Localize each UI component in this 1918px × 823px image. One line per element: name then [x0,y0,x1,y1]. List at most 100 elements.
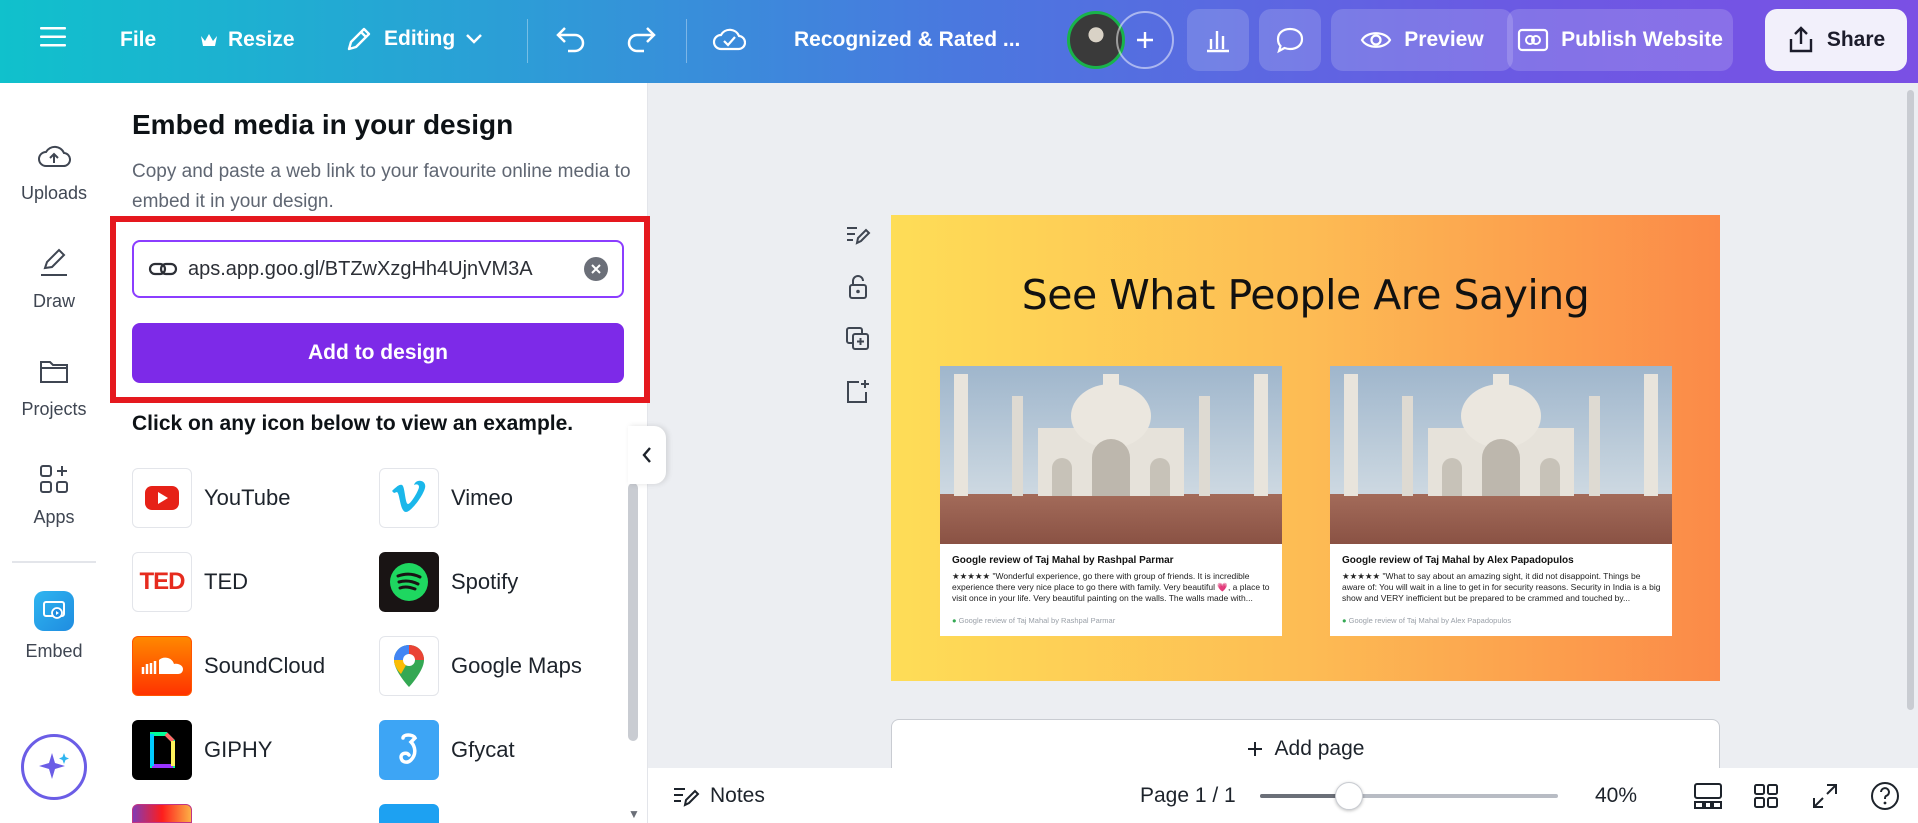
embed-panel: Embed media in your design Copy and past… [108,83,650,823]
bar-chart-icon [1207,31,1229,53]
duplicate-page-tool[interactable] [842,326,874,352]
embed-icon [34,591,74,631]
zoom-slider[interactable] [1260,782,1558,810]
add-page-tool[interactable] [842,378,874,404]
lock-icon [849,275,867,299]
design-page[interactable]: See What People Are Saying Google review… [891,215,1720,681]
gfycat-icon [379,720,439,780]
media-item-spotify[interactable]: Spotify [379,552,518,612]
editing-mode-dropdown[interactable]: Editing [344,24,483,54]
grid-view-icon [1754,784,1778,808]
fullscreen-button[interactable] [1808,779,1842,813]
add-to-design-button[interactable]: Add to design [132,323,624,383]
redo-icon [627,27,656,53]
soundcloud-icon [132,636,192,696]
rail-item-uploads[interactable]: Uploads [0,137,108,204]
panel-scrollbar[interactable] [628,483,638,741]
redo-button[interactable] [624,24,658,54]
review-title: Google review of Taj Mahal by Alex Papad… [1342,555,1574,566]
embed-url-field[interactable] [132,240,624,298]
page-view-button[interactable] [1691,779,1725,813]
toolbar-divider [686,19,687,63]
crown-icon [201,34,217,46]
review-card[interactable]: Google review of Taj Mahal by Rashpal Pa… [940,366,1282,636]
taj-mahal-photo [1330,366,1672,544]
panel-description: Copy and paste a web link to your favour… [132,161,631,212]
undo-button[interactable] [554,24,588,54]
help-button[interactable] [1868,779,1902,813]
canvas-scrollbar[interactable] [1907,90,1914,710]
zoom-slider-thumb[interactable] [1335,782,1364,810]
media-item-giphy[interactable]: GIPHY [132,720,272,780]
zoom-level[interactable]: 40% [1595,768,1637,823]
collapse-panel-button[interactable] [628,426,666,484]
share-button[interactable]: Share [1765,9,1907,71]
rail-item-projects[interactable]: Projects [0,353,108,420]
review-card[interactable]: Google review of Taj Mahal by Alex Papad… [1330,366,1672,636]
comments-button[interactable] [1259,9,1321,71]
media-item-ted[interactable]: TED TED [132,552,248,612]
cloud-check-icon [712,28,746,51]
review-text: ★★★★★ "Wonderful experience, go there wi… [952,571,1270,603]
review-text: ★★★★★ "What to say about an amazing sigh… [1342,571,1661,603]
rail-item-apps[interactable]: Apps [0,461,108,528]
rail-item-draw[interactable]: Draw [0,245,108,312]
chevron-left-icon [642,447,651,463]
preview-button[interactable]: Preview [1331,9,1513,71]
undo-icon [556,27,585,53]
left-navigation-rail: Uploads Draw Projects Apps Embed [0,83,108,823]
folder-icon [36,353,72,389]
publish-website-button[interactable]: Publish Website [1507,9,1733,71]
help-icon [1871,782,1899,810]
page-indicator[interactable]: Page 1 / 1 [1140,768,1236,823]
media-item-gfycat[interactable]: Gfycat [379,720,515,780]
toolbar-divider [527,19,528,63]
plus-icon [1137,32,1153,48]
instagram-icon[interactable] [132,804,192,823]
menu-button[interactable] [40,26,66,48]
grid-view-button[interactable] [1749,779,1783,813]
resize-button[interactable]: Resize [200,28,295,52]
media-item-vimeo[interactable]: Vimeo [379,468,513,528]
rail-divider [12,561,96,563]
media-item-youtube[interactable]: YouTube [132,468,290,528]
lock-tool[interactable] [842,274,874,300]
embed-url-input[interactable] [188,257,574,281]
notes-button[interactable]: Notes [672,768,765,823]
hamburger-menu-icon [40,27,66,47]
youtube-icon [132,468,192,528]
bottom-toolbar: Notes Page 1 / 1 40% [648,768,1918,823]
file-menu[interactable]: File [120,28,156,52]
clear-input-button[interactable] [584,257,608,281]
close-icon [591,264,601,274]
pencil-icon [347,27,371,51]
map-pin-icon: ● [952,616,957,625]
magic-assistant-button[interactable] [21,734,87,800]
giphy-icon [132,720,192,780]
canvas-side-tools [842,222,874,404]
share-upload-icon [1789,26,1813,53]
document-title[interactable]: Recognized & Rated ... [794,28,1020,52]
twitter-icon[interactable] [379,804,439,823]
insights-button[interactable] [1187,9,1249,71]
rail-item-embed[interactable]: Embed [0,591,108,662]
chevron-down-icon [466,34,483,44]
notes-pen-icon [847,227,871,245]
map-pin-icon: ● [1342,616,1347,625]
media-item-soundcloud[interactable]: SoundCloud [132,636,325,696]
cloud-upload-icon [36,137,72,173]
vimeo-icon [379,468,439,528]
notes-icon [674,787,700,807]
taj-mahal-photo [940,366,1282,544]
comment-icon [1276,27,1304,54]
top-toolbar: File Resize Editing Recognized & Rated .… [0,0,1918,83]
scroll-down-arrow[interactable]: ▼ [628,807,640,821]
notes-edit-tool[interactable] [842,222,874,248]
save-status-button[interactable] [712,24,746,54]
design-heading[interactable]: See What People Are Saying [891,271,1720,319]
expand-icon [1813,784,1837,808]
example-hint: Click on any icon below to view an examp… [132,412,574,435]
panel-title: Embed media in your design [132,109,514,140]
media-item-google-maps[interactable]: Google Maps [379,636,582,696]
invite-button[interactable] [1116,11,1174,69]
